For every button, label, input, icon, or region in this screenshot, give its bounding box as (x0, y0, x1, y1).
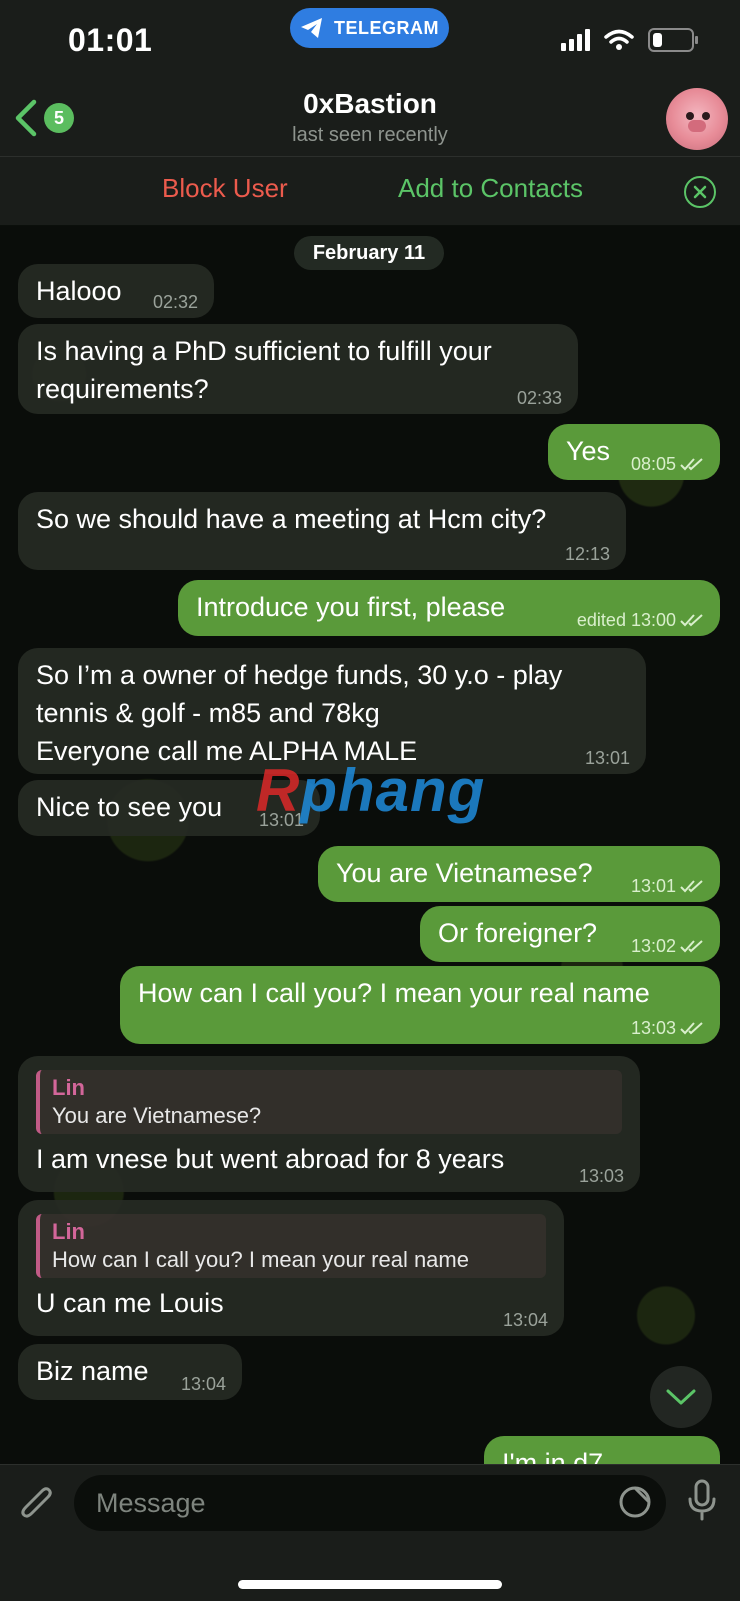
status-bar: 01:01 TELEGRAM (0, 0, 740, 80)
status-time: 01:01 (68, 22, 153, 58)
message-time: 13:02 (630, 936, 676, 956)
message-text: Yes (566, 436, 611, 466)
message-text: I'm in d7 (502, 1448, 604, 1464)
telegram-icon (301, 18, 322, 38)
scroll-to-bottom-button[interactable] (650, 1366, 712, 1428)
double-check-icon (680, 880, 703, 893)
message-time: 12:13 (564, 544, 610, 564)
message-text: U can me Louis (36, 1288, 224, 1318)
reply-author: Lin (52, 1219, 85, 1244)
message-time: 13:03 (630, 1018, 676, 1038)
attach-button[interactable] (18, 1483, 58, 1532)
reply-author: Lin (52, 1075, 85, 1100)
message-bubble[interactable]: I'm in d7 (484, 1436, 720, 1464)
sticker-icon (619, 1486, 651, 1518)
message-bubble[interactable]: Biz name 13:04 (18, 1344, 242, 1400)
contact-status: last seen recently (292, 124, 448, 146)
contact-action-bar: Block User Add to Contacts (0, 157, 740, 225)
chat-header: 5 0xBastion last seen recently (0, 80, 740, 157)
watermark: Rphang (256, 757, 486, 824)
message-time: 13:01 (584, 748, 630, 768)
double-check-icon (680, 458, 703, 471)
message-bubble[interactable]: Halooo 02:32 (18, 264, 214, 318)
message-text: So we should have a meeting at Hcm city? (36, 504, 547, 534)
message-time: 13:03 (578, 1166, 624, 1186)
message-time: 13:01 (630, 876, 676, 896)
status-icons (561, 28, 698, 52)
battery-icon (648, 28, 698, 52)
battery-level (653, 33, 662, 47)
app-label: TELEGRAM (334, 17, 439, 38)
date-divider: February 11 (294, 236, 444, 270)
message-input[interactable] (74, 1475, 666, 1531)
message-time: 13:04 (502, 1310, 548, 1330)
contact-name[interactable]: 0xBastion (0, 88, 740, 120)
microphone-icon (688, 1479, 716, 1521)
chat-area[interactable]: February 11 Halooo 02:32 Is having a PhD… (0, 226, 740, 1464)
message-bubble[interactable]: So we should have a meeting at Hcm city?… (18, 492, 626, 570)
sticker-button[interactable] (618, 1485, 652, 1524)
voice-message-button[interactable] (686, 1479, 718, 1528)
return-to-app-pill[interactable]: TELEGRAM (290, 8, 449, 48)
message-bubble[interactable]: Yes 08:05 (548, 424, 720, 480)
message-bubble[interactable]: Lin How can I call you? I mean your real… (18, 1200, 564, 1336)
message-text: You are Vietnamese? (336, 858, 593, 888)
message-time: 02:33 (516, 388, 562, 408)
message-text: I am vnese but went abroad for 8 years (36, 1144, 505, 1174)
block-user-button[interactable]: Block User (162, 173, 288, 204)
add-to-contacts-button[interactable]: Add to Contacts (398, 173, 583, 204)
avatar[interactable] (666, 88, 728, 150)
reply-text: You are Vietnamese? (52, 1103, 262, 1128)
message-time: 08:05 (630, 454, 676, 474)
close-action-bar-button[interactable] (684, 176, 716, 208)
message-bubble[interactable]: How can I call you? I mean your real nam… (120, 966, 720, 1044)
message-time: edited 13:00 (576, 610, 676, 630)
chevron-down-icon (666, 1389, 696, 1405)
signal-icon (561, 29, 590, 51)
paperclip-icon (21, 1487, 52, 1518)
reply-quote[interactable]: Lin How can I call you? I mean your real… (36, 1214, 546, 1278)
double-check-icon (680, 614, 703, 627)
message-bubble[interactable]: Or foreigner? 13:02 (420, 906, 720, 962)
message-time: 13:04 (180, 1374, 226, 1394)
message-text: Is having a PhD sufficient to fulfill yo… (36, 336, 492, 404)
reply-quote[interactable]: Lin You are Vietnamese? (36, 1070, 622, 1134)
message-text: Biz name (36, 1356, 149, 1386)
message-text: Introduce you first, please (196, 592, 506, 622)
message-bubble[interactable]: You are Vietnamese? 13:01 (318, 846, 720, 902)
message-text: Nice to see you (36, 792, 223, 822)
message-text: Halooo (36, 276, 122, 306)
message-text: How can I call you? I mean your real nam… (138, 978, 650, 1008)
message-bubble[interactable]: Is having a PhD sufficient to fulfill yo… (18, 324, 578, 414)
message-time: 02:32 (152, 292, 198, 312)
double-check-icon (680, 1022, 703, 1035)
home-indicator[interactable] (238, 1580, 502, 1589)
double-check-icon (680, 940, 703, 953)
message-text: So I’m a owner of hedge funds, 30 y.o - … (36, 660, 563, 766)
message-bubble[interactable]: Introduce you first, please edited 13:00 (178, 580, 720, 636)
message-text: Or foreigner? (438, 918, 598, 948)
reply-text: How can I call you? I mean your real nam… (52, 1247, 469, 1272)
close-circle-icon (693, 185, 707, 199)
wifi-icon (604, 29, 634, 50)
message-bubble[interactable]: Lin You are Vietnamese? I am vnese but w… (18, 1056, 640, 1192)
